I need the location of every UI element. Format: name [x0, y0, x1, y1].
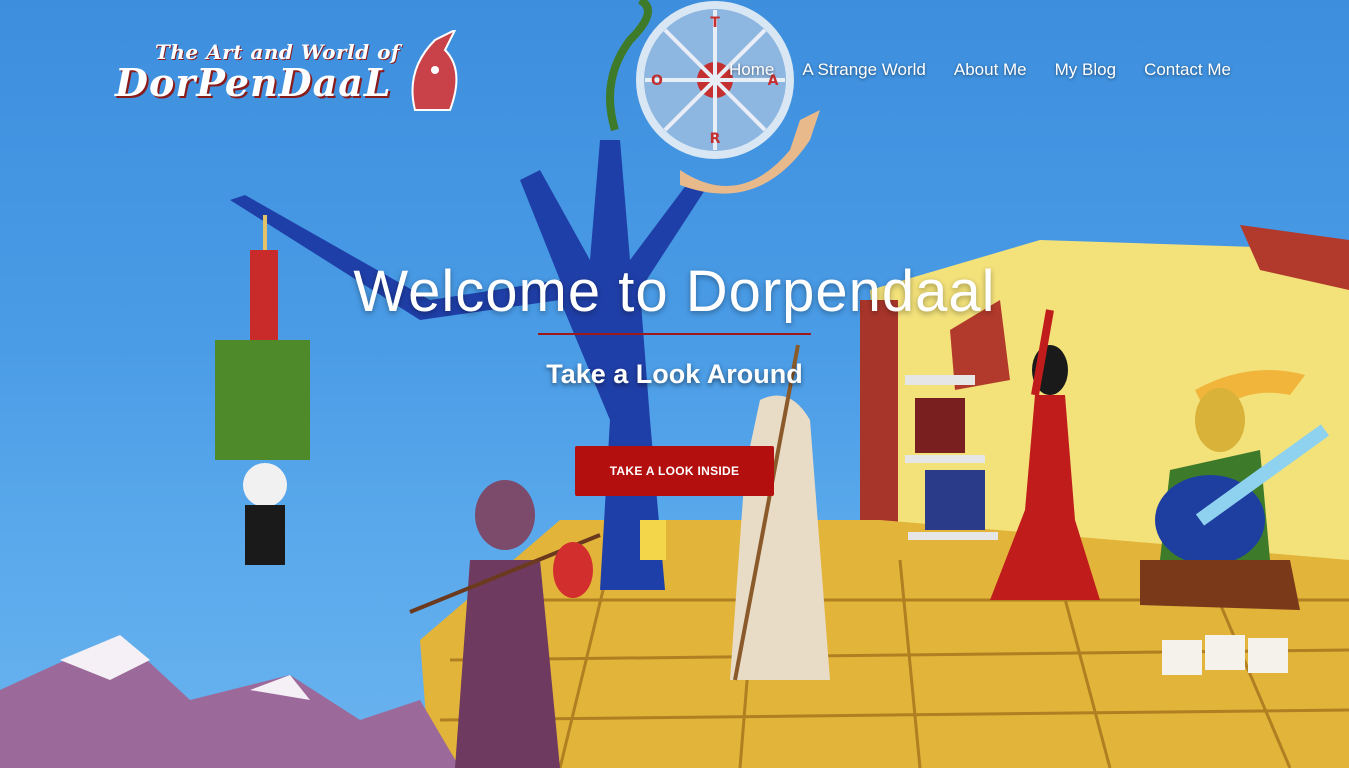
painting-tarot-cards	[1162, 635, 1288, 675]
painting-mountains	[0, 635, 460, 768]
title-divider	[538, 333, 811, 335]
nav-about-me[interactable]: About Me	[940, 60, 1041, 80]
wheel-letter: R	[710, 131, 721, 147]
nav-home[interactable]: Home	[715, 60, 788, 80]
nav-my-blog[interactable]: My Blog	[1041, 60, 1130, 80]
take-a-look-inside-button[interactable]: TAKE A LOOK INSIDE	[575, 446, 774, 496]
hero-subtitle: Take a Look Around	[546, 359, 803, 389]
nav-contact-me[interactable]: Contact Me	[1130, 60, 1231, 80]
site-logo[interactable]: The Art and World of DorPenDaaL	[115, 30, 458, 115]
hero-section: TARO The Art and World of DorPenDaaL Hom…	[0, 0, 1349, 768]
nav-a-strange-world[interactable]: A Strange World	[788, 60, 939, 80]
wheel-letter: O	[651, 73, 663, 89]
dragon-head-icon	[411, 30, 458, 111]
main-navigation: Home A Strange World About Me My Blog Co…	[715, 60, 1231, 80]
logo-wordmark: DorPenDaaL	[115, 60, 392, 105]
hero-title: Welcome to Dorpendaal	[353, 259, 996, 324]
wheel-letter: T	[710, 15, 720, 31]
